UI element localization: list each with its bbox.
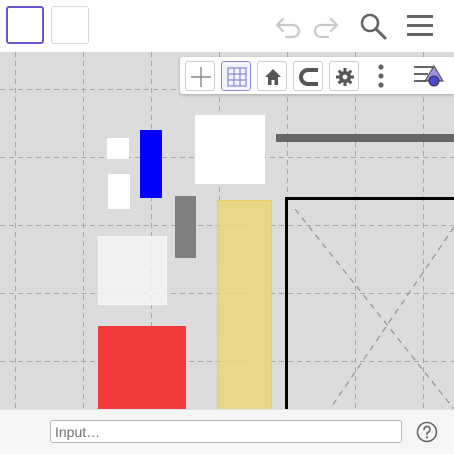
white-small-rect-2[interactable] (108, 174, 130, 209)
app-header (0, 0, 454, 52)
yellow-bar[interactable] (217, 200, 272, 409)
axes-icon (191, 67, 211, 87)
light-square[interactable] (98, 236, 167, 305)
undo-icon[interactable] (274, 12, 304, 40)
gray-bar[interactable] (175, 196, 196, 258)
axes-toggle-button[interactable] (185, 61, 215, 91)
home-icon (265, 69, 281, 85)
grid-toggle-button[interactable] (221, 61, 251, 91)
point-capture-button[interactable] (293, 61, 323, 91)
graphics-view[interactable] (0, 52, 454, 409)
view-tile-1[interactable] (6, 6, 44, 44)
view-tile-2[interactable] (51, 6, 89, 44)
gear-icon (336, 68, 354, 86)
red-square[interactable] (98, 326, 186, 409)
help-icon[interactable] (416, 421, 438, 443)
gray-line[interactable] (276, 134, 454, 142)
more-vertical-icon[interactable] (373, 63, 389, 89)
grid-icon (227, 67, 247, 87)
redo-icon[interactable] (310, 12, 340, 40)
settings-button[interactable] (329, 61, 359, 91)
menu-icon[interactable] (406, 13, 434, 39)
algebra-input[interactable] (50, 420, 402, 443)
home-view-button[interactable] (257, 61, 287, 91)
input-bar (0, 409, 454, 454)
white-small-rect-1[interactable] (107, 138, 129, 159)
graphics-style-icon[interactable] (412, 62, 446, 90)
magnet-icon (299, 68, 318, 86)
image-frame[interactable] (285, 197, 454, 409)
style-bar (180, 57, 454, 94)
white-square[interactable] (195, 115, 265, 184)
blue-bar[interactable] (140, 130, 162, 198)
search-icon[interactable] (358, 11, 388, 41)
